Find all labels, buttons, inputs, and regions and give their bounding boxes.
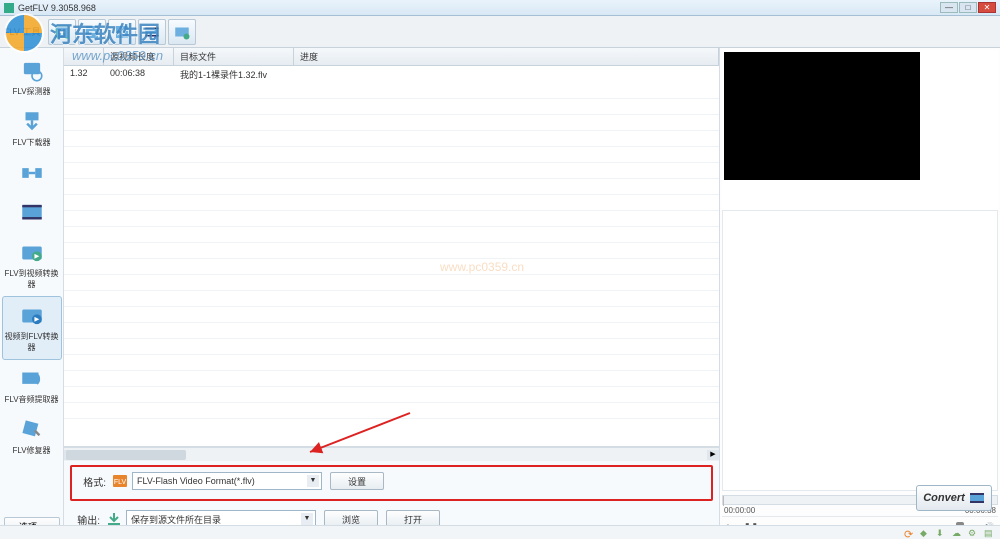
toolbar-add-file-button[interactable]: [48, 19, 76, 45]
list-col-index[interactable]: [64, 48, 104, 65]
sidebar-item-flv-fixer[interactable]: FLV修复器: [2, 411, 62, 462]
chevron-down-icon: ▼: [307, 475, 319, 487]
sidebar-item-label: FLV修复器: [12, 445, 50, 456]
horizontal-scrollbar[interactable]: ◀ ▶: [64, 447, 719, 461]
minimize-button[interactable]: —: [940, 2, 958, 13]
sidebar-item-label: FLV到视频转换器: [2, 268, 62, 290]
status-icon-1[interactable]: ◆: [920, 528, 930, 538]
maximize-button[interactable]: □: [959, 2, 977, 13]
app-icon: [4, 3, 14, 13]
status-icon-4[interactable]: ⚙: [968, 528, 978, 538]
status-icon-notify[interactable]: ⟳: [904, 528, 914, 538]
list-col-duration[interactable]: 源视频长度: [104, 48, 174, 65]
list-col-target[interactable]: 目标文件: [174, 48, 294, 65]
settings-button[interactable]: 设置: [330, 472, 384, 490]
format-label: 格式:: [76, 474, 106, 489]
convert-icon: [969, 490, 985, 506]
video-preview[interactable]: [724, 52, 920, 180]
preview-blank-area: [722, 210, 998, 491]
list-body[interactable]: 1.32 00:06:38 我的1-1裸录件1.32.flv: [64, 66, 719, 447]
list-row[interactable]: 1.32 00:06:38 我的1-1裸录件1.32.flv: [64, 66, 719, 82]
close-button[interactable]: ✕: [978, 2, 996, 13]
list-header: 源视频长度 目标文件 进度: [64, 48, 719, 66]
sidebar-item-label: FLV下载器: [12, 137, 50, 148]
sidebar-item-capture[interactable]: [2, 154, 62, 194]
toolbar: FLV 工具: [0, 16, 1000, 48]
time-current: 00:00:00: [724, 506, 755, 515]
sidebar-item-flv-player[interactable]: [2, 194, 62, 234]
title-bar: GetFLV 9.3058.968 — □ ✕: [0, 0, 1000, 16]
preview-area: [722, 50, 998, 210]
sidebar-item-label: FLV音频提取器: [4, 394, 58, 405]
window-title: GetFLV 9.3058.968: [18, 3, 96, 13]
status-bar: ⟳ ◆ ⬇ ☁ ⚙ ▤: [0, 525, 1000, 539]
format-row-highlight: 格式: FLV FLV-Flash Video Format(*.flv) ▼ …: [70, 465, 713, 501]
toolbar-remove-button[interactable]: [78, 19, 106, 45]
convert-button[interactable]: Convert: [916, 485, 992, 511]
sidebar-item-flv-detector[interactable]: FLV探测器: [2, 52, 62, 103]
svg-text:FLV: FLV: [114, 479, 127, 486]
sidebar-item-video-to-flv[interactable]: 视频到FLV转换器: [2, 296, 62, 360]
sidebar-item-flv-downloader[interactable]: FLV下载器: [2, 103, 62, 154]
sidebar-item-label: 视频到FLV转换器: [3, 331, 61, 353]
list-col-progress[interactable]: 进度: [294, 48, 719, 65]
sidebar-item-audio-extractor[interactable]: FLV音频提取器: [2, 360, 62, 411]
toolbar-edit-button[interactable]: [168, 19, 196, 45]
sidebar: FLV探测器 FLV下载器 FLV到视频转换器 视频到FLV转换器 FLV音频提…: [0, 48, 64, 539]
status-icon-2[interactable]: ⬇: [936, 528, 946, 538]
toolbar-section-label: FLV 工具: [4, 25, 40, 38]
sidebar-item-label: FLV探测器: [12, 86, 50, 97]
toolbar-clip-button[interactable]: [138, 19, 166, 45]
status-icon-5[interactable]: ▤: [984, 528, 994, 538]
preview-panel: 00:00:00 00:06:38 ▶ ❚❚ ■ 🔊: [720, 48, 1000, 539]
format-combo[interactable]: FLV-Flash Video Format(*.flv) ▼: [132, 472, 322, 490]
toolbar-clear-button[interactable]: [108, 19, 136, 45]
center-panel: 源视频长度 目标文件 进度 1.32 00:06:38 我的1-1裸录件1.32…: [64, 48, 720, 539]
status-icon-3[interactable]: ☁: [952, 528, 962, 538]
sidebar-item-flv-to-video[interactable]: FLV到视频转换器: [2, 234, 62, 296]
format-icon: FLV: [112, 473, 128, 489]
chevron-down-icon: ▼: [301, 513, 313, 525]
